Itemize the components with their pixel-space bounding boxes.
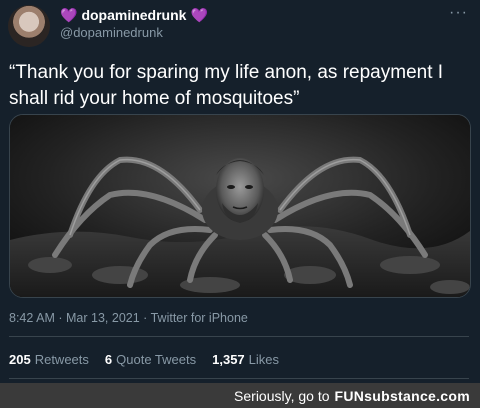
tweet-date[interactable]: Mar 13, 2021 xyxy=(66,311,140,325)
user-handle[interactable]: @dopaminedrunk xyxy=(60,25,163,40)
tweet-text: “Thank you for sparing my life anon, as … xyxy=(9,62,444,109)
retweets-label: Retweets xyxy=(34,352,89,367)
more-options-icon[interactable]: ··· xyxy=(449,4,468,22)
author-name-row: 💜 dopaminedrunk 💜 xyxy=(60,7,208,23)
likes-stat[interactable]: 1,357 Likes xyxy=(212,352,279,367)
meta-separator: · xyxy=(58,311,63,325)
quote-tweets-count: 6 xyxy=(104,352,113,367)
tweet-media[interactable] xyxy=(9,114,471,298)
tweet-source[interactable]: Twitter for iPhone xyxy=(151,311,248,325)
tweet-time[interactable]: 8:42 AM xyxy=(9,311,55,325)
display-name[interactable]: dopaminedrunk xyxy=(81,7,186,23)
divider xyxy=(9,378,469,379)
quote-tweets-stat[interactable]: 6 Quote Tweets xyxy=(105,352,196,367)
likes-count: 1,357 xyxy=(212,352,245,367)
purple-heart-icon: 💜 xyxy=(60,7,78,23)
avatar[interactable] xyxy=(8,5,50,47)
divider xyxy=(9,336,469,337)
likes-label: Likes xyxy=(248,352,280,367)
tweet-card: 💜 dopaminedrunk 💜 @dopaminedrunk ··· “Th… xyxy=(0,0,480,383)
retweets-count: 205 xyxy=(9,352,31,367)
meta-separator: · xyxy=(143,311,148,325)
footer-brand: FUNsubstance.com xyxy=(334,387,470,404)
tweet-meta: 8:42 AM · Mar 13, 2021 · Twitter for iPh… xyxy=(9,311,248,325)
spider-with-human-face-image xyxy=(10,115,470,297)
watermark-footer: Seriously, go to FUNsubstance.com xyxy=(0,383,480,408)
footer-text: Seriously, go to xyxy=(234,387,330,404)
engagement-stats: 205 Retweets 6 Quote Tweets 1,357 Likes xyxy=(9,352,279,367)
purple-heart-icon: 💜 xyxy=(190,7,208,23)
quote-tweets-label: Quote Tweets xyxy=(116,352,197,367)
retweets-stat[interactable]: 205 Retweets xyxy=(9,352,89,367)
